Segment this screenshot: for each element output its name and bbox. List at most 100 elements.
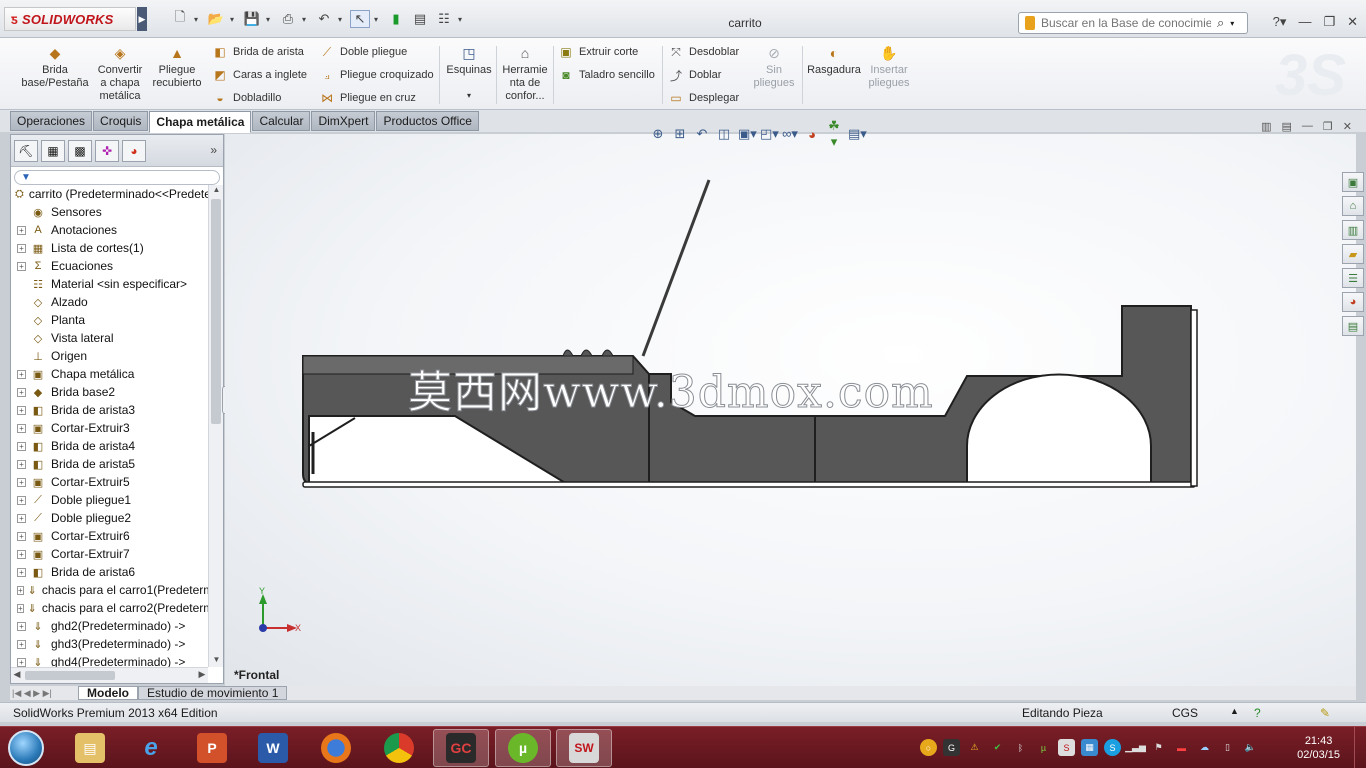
tree-item[interactable]: + ⇓ ghd3(Predeterminado) -> bbox=[11, 635, 208, 653]
chevron-down-icon[interactable]: ▾ bbox=[266, 15, 274, 24]
hide-show-items-icon[interactable]: ∞▾ bbox=[782, 126, 798, 142]
tray-utorrent-icon[interactable]: µ bbox=[1035, 739, 1052, 756]
tree-root-part[interactable]: ⛭ carrito (Predeterminado<<Predeterminado… bbox=[11, 185, 208, 203]
firefox-app[interactable] bbox=[308, 729, 364, 767]
tab-croquis[interactable]: Croquis bbox=[93, 111, 149, 131]
herramienta-conformar-button[interactable]: ⌂ Herramie nta de confor... bbox=[500, 44, 550, 103]
minimize-icon[interactable]: — bbox=[1298, 14, 1311, 30]
chevron-down-icon[interactable]: ▾ bbox=[338, 15, 346, 24]
save-icon[interactable]: 💾 bbox=[242, 10, 262, 28]
panel-more-icon[interactable]: » bbox=[210, 143, 217, 157]
network-manager-icon[interactable]: ▦ bbox=[1081, 739, 1098, 756]
previous-view-icon[interactable]: ↶ bbox=[694, 126, 710, 142]
powerpoint-app[interactable]: P bbox=[184, 729, 240, 767]
chevron-down-icon[interactable]: ▾ bbox=[1230, 19, 1234, 28]
desplegar-button[interactable]: ▭ Desplegar bbox=[668, 90, 739, 106]
minimize-icon[interactable]: — bbox=[1302, 120, 1313, 133]
start-button[interactable] bbox=[8, 730, 44, 766]
expand-plus-icon[interactable]: + bbox=[17, 369, 26, 379]
tree-item[interactable]: +⇓ chacis para el carro1(Predeterminado) bbox=[11, 581, 208, 599]
select-cursor-icon[interactable]: ↖ bbox=[350, 10, 370, 28]
file-properties-icon[interactable]: ▤ bbox=[410, 10, 430, 28]
expand-plus-icon[interactable]: + bbox=[17, 495, 26, 505]
search-icon[interactable]: ⌕ bbox=[1217, 15, 1224, 31]
apply-scene-icon[interactable]: ☘▾ bbox=[826, 118, 842, 150]
expand-plus-icon[interactable]: + bbox=[17, 477, 26, 487]
tree-item[interactable]: + ⇓ ghd2(Predeterminado) -> bbox=[11, 617, 208, 635]
configuration-manager-tab-icon[interactable]: ▩ bbox=[68, 139, 92, 162]
view-palette-icon[interactable]: ☰ bbox=[1342, 268, 1364, 288]
word-app[interactable]: W bbox=[245, 729, 301, 767]
expand-plus-icon[interactable]: + bbox=[17, 441, 26, 451]
rebuild-traffic-light-icon[interactable]: ▮ bbox=[386, 10, 406, 28]
warning-icon[interactable]: ⚠ bbox=[966, 739, 983, 756]
tree-item[interactable]: + ▣ Chapa metálica bbox=[11, 365, 208, 383]
explorer-app[interactable]: ▤ bbox=[62, 729, 118, 767]
tray-network-icon[interactable]: ☁ bbox=[1196, 739, 1213, 756]
tab-modelo[interactable]: Modelo bbox=[78, 686, 138, 700]
flag-icon[interactable]: ⚑ bbox=[1150, 739, 1167, 756]
tree-item[interactable]: + ◆ Brida base2 bbox=[11, 383, 208, 401]
chevron-down-icon[interactable]: ▾ bbox=[458, 15, 466, 24]
expand-plus-icon[interactable]: + bbox=[17, 603, 24, 613]
display-manager-tab-icon[interactable]: ◕ bbox=[122, 139, 146, 162]
rasgadura-button[interactable]: ◐ Rasgadura bbox=[805, 44, 863, 77]
insertar-pliegues-button[interactable]: ✋ Insertar pliegues bbox=[864, 44, 914, 90]
home-icon[interactable]: ⌂ bbox=[1342, 196, 1364, 216]
tree-item[interactable]: ◇ Alzado bbox=[11, 293, 208, 311]
open-folder-icon[interactable]: 📂 bbox=[206, 10, 226, 28]
utorrent-app[interactable]: µ bbox=[495, 729, 551, 767]
battery-icon[interactable]: ▯ bbox=[1219, 739, 1236, 756]
doblar-button[interactable]: ⤴ Doblar bbox=[668, 67, 721, 83]
internet-explorer-app[interactable]: e bbox=[123, 729, 179, 767]
undo-icon[interactable]: ↶ bbox=[314, 10, 334, 28]
expand-plus-icon[interactable]: + bbox=[17, 657, 26, 667]
skype-icon[interactable]: S bbox=[1104, 739, 1121, 756]
tray-gc-icon[interactable]: G bbox=[943, 739, 960, 756]
pliegue-cruz-button[interactable]: ⋈ Pliegue en cruz bbox=[319, 90, 416, 106]
tray-solidworks-icon[interactable]: S bbox=[1058, 739, 1075, 756]
close-icon[interactable]: ✕ bbox=[1347, 14, 1358, 30]
scroll-left-icon[interactable]: ◀ bbox=[11, 669, 23, 680]
solidworks-menu-button[interactable]: ƽ SOLIDWORKS bbox=[4, 7, 136, 31]
taladro-button[interactable]: ◙ Taladro sencillo bbox=[558, 67, 654, 83]
expand-plus-icon[interactable]: + bbox=[17, 459, 26, 469]
signal-strength-icon[interactable]: ▁▃▅ bbox=[1125, 739, 1146, 756]
expand-plus-icon[interactable]: + bbox=[17, 585, 24, 595]
pliegue-croquizado-button[interactable]: ⟓ Pliegue croquizado bbox=[319, 67, 433, 83]
expand-plus-icon[interactable]: + bbox=[17, 549, 26, 559]
scroll-down-icon[interactable]: ▼ bbox=[209, 655, 224, 667]
extruir-corte-button[interactable]: ▣ Extruir corte bbox=[558, 44, 638, 60]
caras-inglete-button[interactable]: ◩ Caras a inglete bbox=[212, 67, 307, 83]
rebuild-icon[interactable]: ✎ bbox=[1320, 706, 1330, 720]
tree-item[interactable]: + ◧ Brida de arista3 bbox=[11, 401, 208, 419]
units-chevron-up-icon[interactable]: ▲ bbox=[1230, 706, 1239, 716]
tab-estudio-movimiento[interactable]: Estudio de movimiento 1 bbox=[138, 686, 288, 700]
brida-arista-button[interactable]: ◧ Brida de arista bbox=[212, 44, 304, 60]
dimxpert-manager-tab-icon[interactable]: ✜ bbox=[95, 139, 119, 162]
expand-plus-icon[interactable]: + bbox=[17, 387, 26, 397]
tree-item[interactable]: + ◧ Brida de arista4 bbox=[11, 437, 208, 455]
restore-icon[interactable]: ❐ bbox=[1323, 120, 1333, 133]
tree-item[interactable]: + ⟋ Doble pliegue2 bbox=[11, 509, 208, 527]
esquinas-button[interactable]: ◳ Esquinas ▾ bbox=[444, 44, 494, 102]
expand-plus-icon[interactable]: + bbox=[17, 567, 26, 577]
tab-navigation-arrows[interactable]: |◀ ◀ ▶ ▶| bbox=[10, 688, 78, 699]
doble-pliegue-button[interactable]: ⟋ Doble pliegue bbox=[319, 44, 407, 60]
tree-item[interactable]: + A Anotaciones bbox=[11, 221, 208, 239]
scroll-up-icon[interactable]: ▲ bbox=[209, 185, 224, 197]
zoom-to-area-icon[interactable]: ⊞ bbox=[672, 126, 688, 142]
tab-calcular[interactable]: Calcular bbox=[252, 111, 311, 131]
search-input[interactable] bbox=[1041, 16, 1211, 30]
volume-muted-icon[interactable]: 🔈 bbox=[1242, 739, 1259, 756]
chevron-down-icon[interactable]: ▾ bbox=[230, 15, 238, 24]
edit-appearance-icon[interactable]: ◕ bbox=[804, 127, 820, 142]
expand-plus-icon[interactable]: + bbox=[17, 639, 26, 649]
expand-plus-icon[interactable]: + bbox=[17, 513, 26, 523]
expand-plus-icon[interactable]: + bbox=[17, 243, 26, 253]
expand-plus-icon[interactable]: + bbox=[17, 531, 26, 541]
section-view-icon[interactable]: ◫ bbox=[716, 126, 732, 142]
expand-plus-icon[interactable]: + bbox=[17, 405, 26, 415]
tree-item[interactable]: + ▣ Cortar-Extruir6 bbox=[11, 527, 208, 545]
chrome-app[interactable] bbox=[371, 729, 427, 767]
